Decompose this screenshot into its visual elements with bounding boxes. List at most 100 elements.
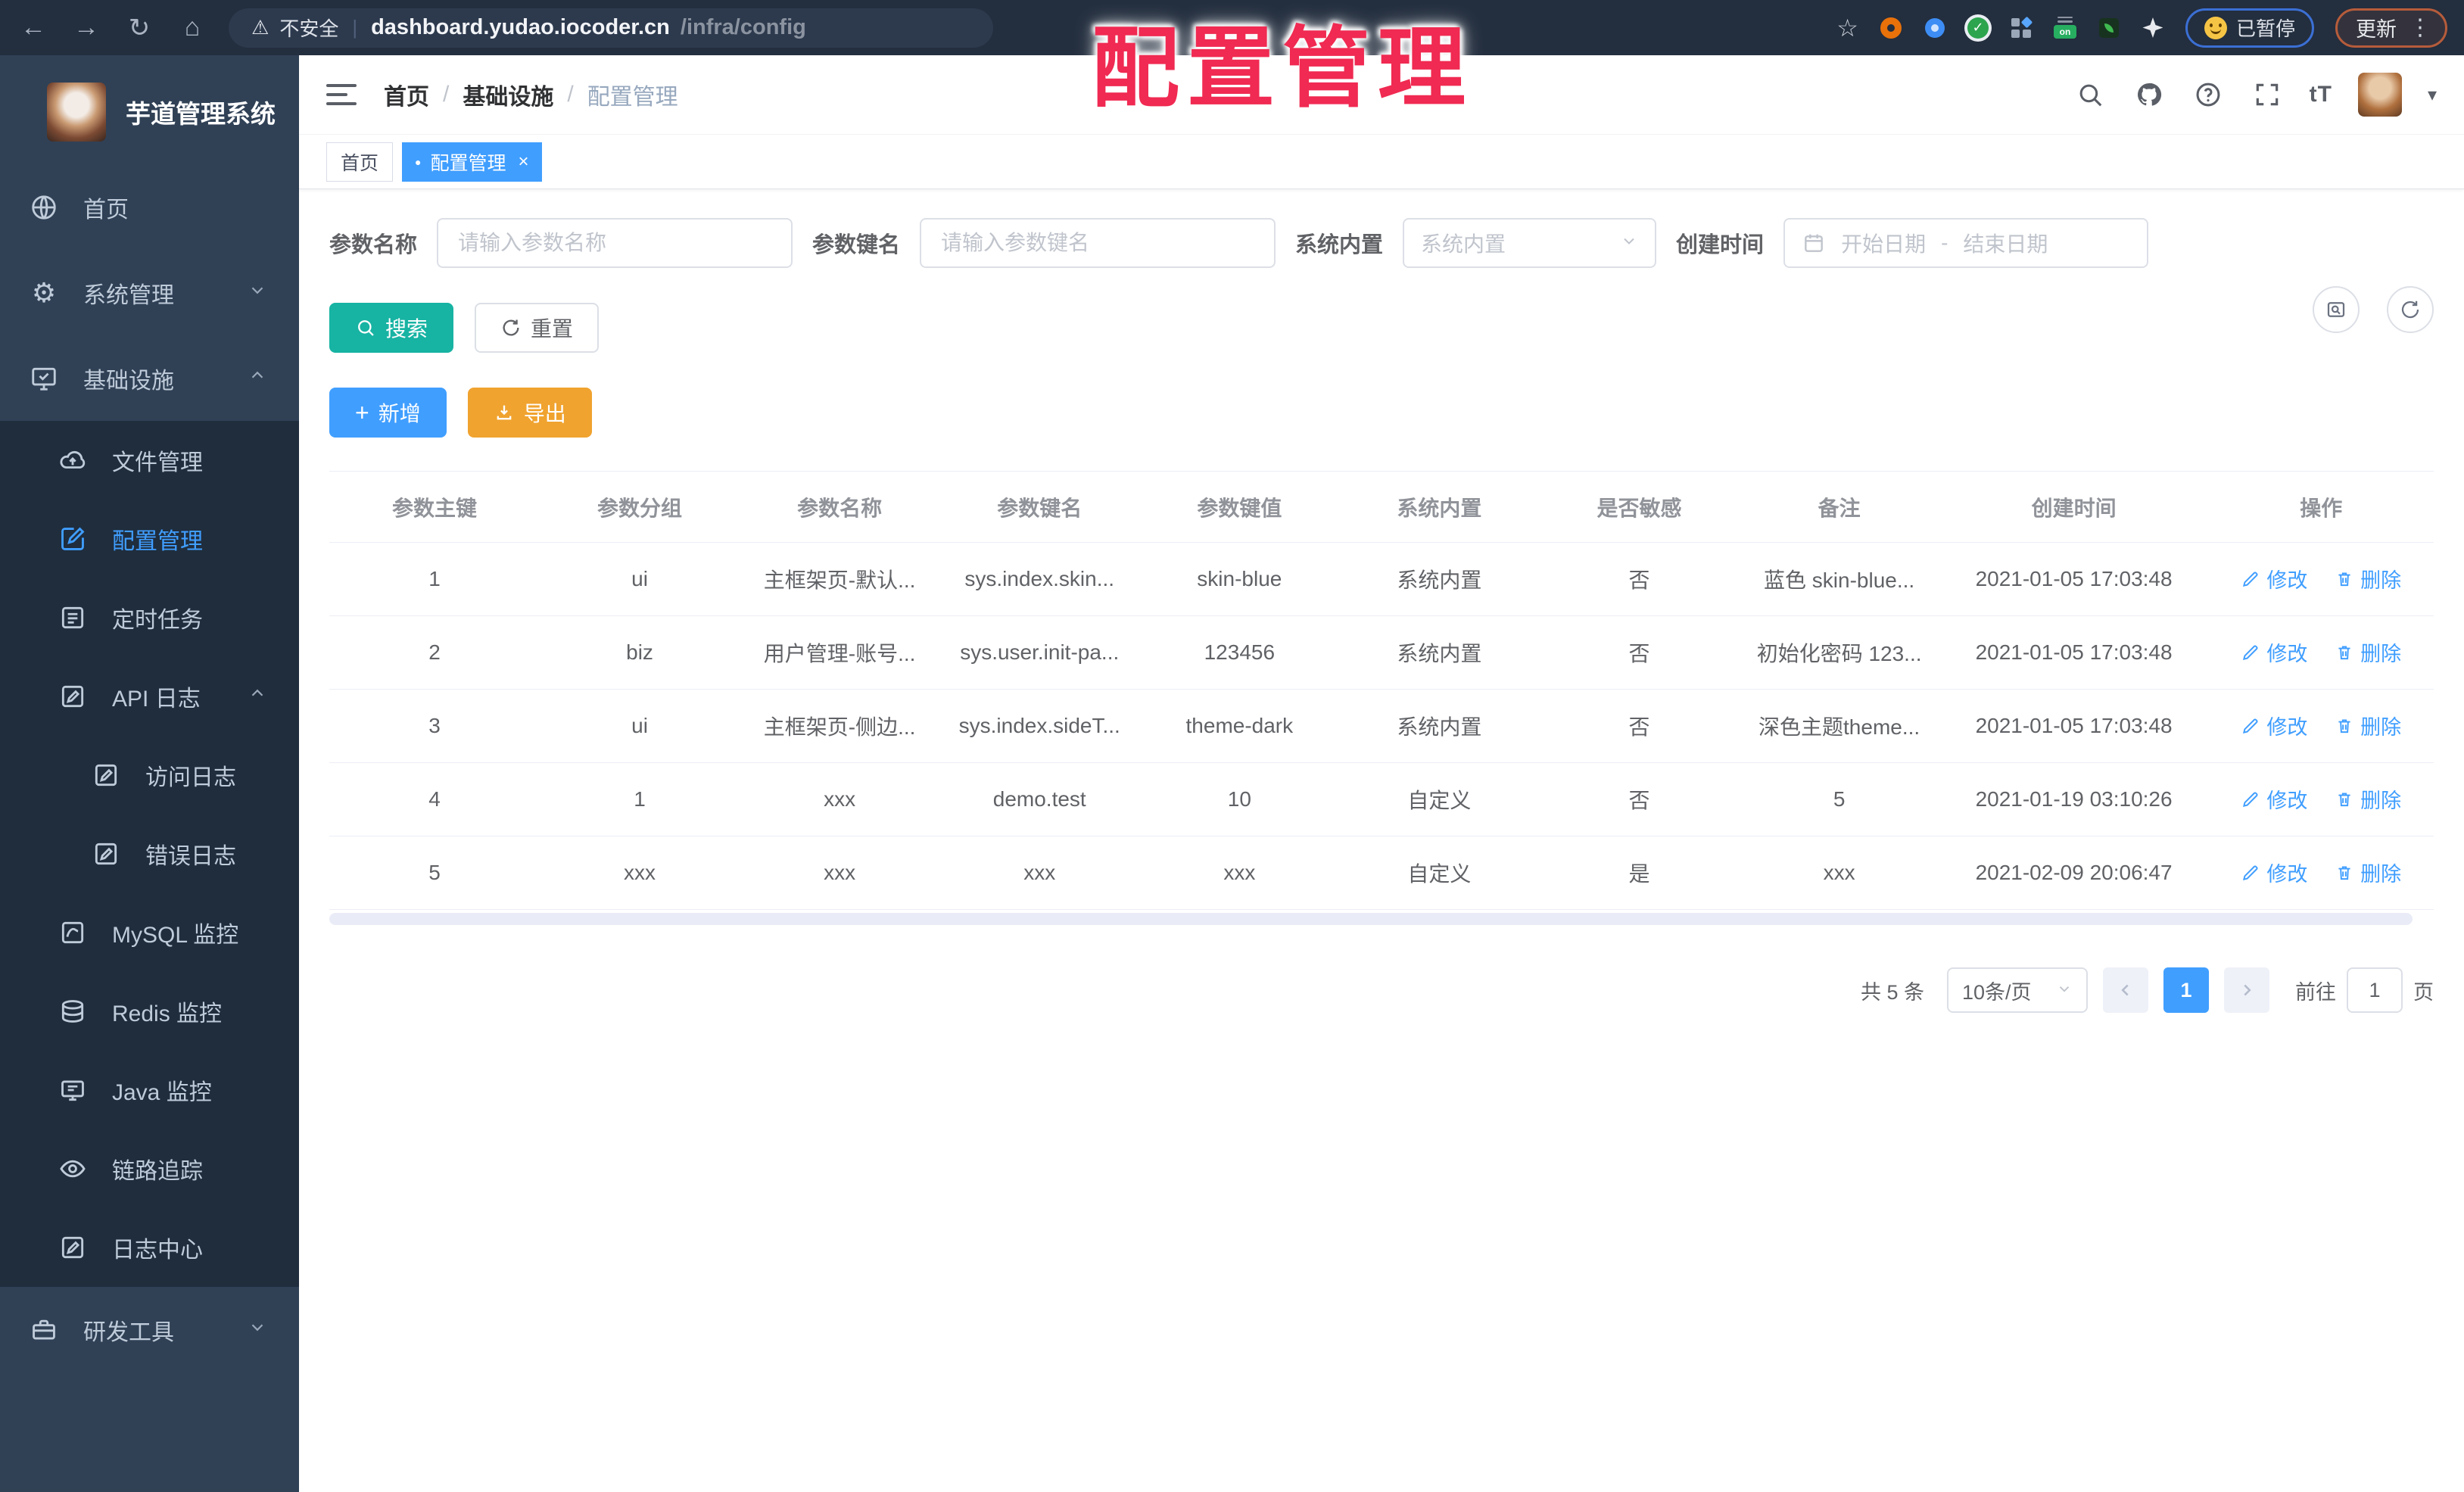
- mysql-icon: [56, 916, 89, 949]
- delete-link[interactable]: 删除: [2335, 564, 2401, 593]
- reset-button[interactable]: 重置: [475, 303, 600, 353]
- sidebar-item-home[interactable]: 首页: [0, 164, 299, 250]
- sidebar-item-log-center[interactable]: 日志中心: [0, 1208, 299, 1287]
- sidebar-item-label: 研发工具: [83, 1319, 174, 1345]
- chevron-down-icon: [248, 1317, 267, 1343]
- next-page-button[interactable]: [2224, 967, 2269, 1013]
- page-size-select[interactable]: 10条/页: [1947, 967, 2088, 1013]
- sidebar-item-error-logs[interactable]: 错误日志: [0, 815, 299, 893]
- browser-back-button[interactable]: ←: [17, 13, 50, 42]
- page-unit-label: 页: [2413, 980, 2434, 1004]
- horizontal-scrollbar[interactable]: [329, 913, 2413, 925]
- edit-link[interactable]: 修改: [2241, 564, 2307, 593]
- breadcrumb-home[interactable]: 首页: [384, 78, 429, 111]
- edit-link[interactable]: 修改: [2241, 784, 2307, 814]
- trash-icon: [2338, 646, 2350, 659]
- extension-paw-icon[interactable]: [2142, 17, 2164, 39]
- breadcrumb-infra[interactable]: 基础设施: [463, 78, 553, 111]
- sidebar-item-dev-tools[interactable]: 研发工具: [0, 1287, 299, 1372]
- prev-page-button[interactable]: [2103, 967, 2148, 1013]
- sidebar-item-label: 基础设施: [83, 368, 174, 394]
- goto-label: 前往: [2295, 980, 2336, 1004]
- refresh-table-button[interactable]: [2387, 286, 2434, 333]
- delete-link[interactable]: 删除: [2335, 784, 2401, 814]
- delete-link[interactable]: 删除: [2335, 637, 2401, 667]
- user-avatar[interactable]: [2357, 73, 2402, 117]
- app-title: 芋道管理系统: [126, 100, 276, 128]
- sidebar-item-infra[interactable]: 基础设施: [0, 335, 299, 421]
- browser-update-button[interactable]: 更新 ⋮: [2335, 8, 2447, 48]
- pencil-icon: [2243, 865, 2258, 880]
- fullscreen-icon[interactable]: [2251, 78, 2284, 111]
- bookmark-star-icon[interactable]: ☆: [1836, 14, 1858, 42]
- delete-link[interactable]: 删除: [2335, 711, 2401, 740]
- extension-pin-icon[interactable]: [1924, 17, 1946, 39]
- param-name-input[interactable]: [437, 218, 793, 268]
- param-key-input[interactable]: [920, 218, 1276, 268]
- sidebar-item-label: API 日志: [112, 687, 201, 712]
- tag-config-active[interactable]: ● 配置管理 ×: [402, 142, 542, 182]
- extension-grid-icon[interactable]: [2010, 16, 2033, 39]
- edit-link[interactable]: 修改: [2241, 637, 2307, 667]
- address-bar[interactable]: ⚠ 不安全 | dashboard.yudao.iocoder.cn/infra…: [229, 8, 993, 48]
- browser-reload-button[interactable]: ↻: [123, 13, 156, 43]
- table-header-row: 参数主键 参数分组 参数名称 参数键名 参数键值 系统内置 是否敏感 备注 创建…: [329, 471, 2434, 543]
- sidebar-item-redis-monitor[interactable]: Redis 监控: [0, 972, 299, 1051]
- font-size-icon[interactable]: tT: [2310, 82, 2332, 107]
- kebab-menu-icon[interactable]: ⋮: [2409, 14, 2431, 41]
- extension-donut-icon[interactable]: [1880, 17, 1902, 39]
- extension-check-icon[interactable]: ✓: [1967, 17, 1989, 39]
- sidebar-item-tracing[interactable]: 链路追踪: [0, 1129, 299, 1208]
- table-row: 5 xxx xxx xxx xxx 自定义 是 xxx 2021-02-09 2…: [329, 836, 2434, 910]
- sidebar-item-scheduled-jobs[interactable]: 定时任务: [0, 578, 299, 657]
- extension-sprout-icon[interactable]: [2098, 17, 2120, 39]
- toggle-search-button[interactable]: [2313, 286, 2360, 333]
- sidebar-item-config-management[interactable]: 配置管理: [0, 500, 299, 578]
- address-separator: |: [352, 16, 358, 39]
- sidebar-item-label: Redis 监控: [112, 1001, 223, 1026]
- tag-home[interactable]: 首页: [326, 142, 394, 182]
- paused-extension-pill[interactable]: 已暂停: [2185, 8, 2314, 48]
- sidebar-item-label: 链路追踪: [112, 1159, 203, 1184]
- add-button[interactable]: + 新增: [329, 388, 447, 438]
- sidebar-collapse-icon[interactable]: [326, 84, 357, 105]
- sidebar-item-system[interactable]: ⚙ 系统管理: [0, 250, 299, 335]
- sidebar-item-label: 日志中心: [112, 1238, 203, 1263]
- tag-close-icon[interactable]: ×: [519, 151, 529, 173]
- delete-link[interactable]: 删除: [2335, 858, 2401, 887]
- breadcrumb-current: 配置管理: [587, 85, 678, 110]
- browser-home-button[interactable]: ⌂: [176, 13, 209, 42]
- pagination-total: 共 5 条: [1860, 980, 1924, 1004]
- paused-label: 已暂停: [2235, 17, 2295, 40]
- edit-link[interactable]: 修改: [2241, 711, 2307, 740]
- github-icon[interactable]: [2132, 78, 2166, 111]
- browser-forward-button[interactable]: →: [70, 13, 103, 42]
- sidebar-item-api-logs[interactable]: API 日志: [0, 657, 299, 736]
- help-icon[interactable]: [2191, 78, 2225, 111]
- builtin-select[interactable]: 系统内置: [1403, 218, 1657, 268]
- search-icon[interactable]: [2073, 78, 2107, 111]
- avatar-caret-icon[interactable]: ▾: [2428, 84, 2437, 106]
- search-button[interactable]: 搜索: [329, 303, 454, 353]
- export-button[interactable]: 导出: [467, 388, 592, 438]
- page-number-1[interactable]: 1: [2163, 967, 2209, 1013]
- table-row: 3 ui 主框架页-侧边... sys.index.sideT... theme…: [329, 689, 2434, 763]
- date-range-picker[interactable]: 开始日期 - 结束日期: [1783, 218, 2149, 268]
- pencil-icon: [2243, 792, 2258, 807]
- sidebar-item-mysql-monitor[interactable]: MySQL 监控: [0, 893, 299, 972]
- sidebar-item-access-logs[interactable]: 访问日志: [0, 736, 299, 815]
- edit-link[interactable]: 修改: [2241, 858, 2307, 887]
- emoji-face-icon: [2204, 16, 2227, 39]
- infra-submenu: 文件管理 配置管理 定时任务 API 日志 访问日志 错误日志 MySQL 监控…: [0, 421, 299, 1287]
- goto-page-input[interactable]: [2347, 967, 2403, 1013]
- search-icon: [358, 320, 374, 336]
- sidebar-item-file-management[interactable]: 文件管理: [0, 421, 299, 500]
- sidebar-item-java-monitor[interactable]: Java 监控: [0, 1051, 299, 1129]
- sidebar-item-label: 定时任务: [112, 608, 203, 633]
- sidebar-item-label: 错误日志: [145, 844, 236, 869]
- created-label: 创建时间: [1676, 233, 1765, 257]
- url-host: dashboard.yudao.iocoder.cn: [371, 15, 670, 39]
- chevron-down-icon: [1620, 231, 1638, 255]
- extension-on-badge-icon[interactable]: on: [2053, 16, 2076, 39]
- app-logo-row[interactable]: 芋道管理系统: [0, 55, 299, 164]
